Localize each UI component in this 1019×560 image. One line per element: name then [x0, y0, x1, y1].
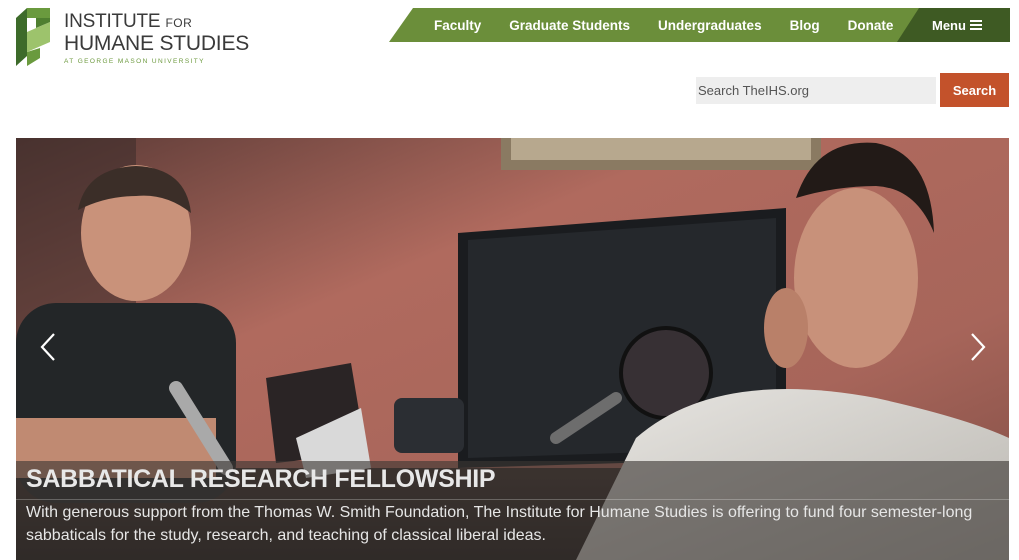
logo-line-for: FOR: [165, 16, 193, 30]
hamburger-icon: [969, 18, 982, 32]
hero-description: With generous support from the Thomas W.…: [26, 504, 973, 544]
search-input[interactable]: [696, 77, 936, 104]
nav-undergraduates[interactable]: Undergraduates: [644, 18, 776, 33]
hero-carousel: SABBATICAL RESEARCH FELLOWSHIP With gene…: [16, 138, 1009, 560]
caption-divider: [16, 499, 1009, 500]
nav-faculty[interactable]: Faculty: [420, 18, 495, 33]
logo-line-gmu: AT GEORGE MASON UNIVERSITY: [64, 58, 205, 65]
ihs-logo[interactable]: INSTITUTE FOR HUMANE STUDIES AT GEORGE M…: [16, 8, 256, 66]
ihs-logo-text: INSTITUTE FOR HUMANE STUDIES AT GEORGE M…: [64, 12, 249, 65]
nav-graduate-students[interactable]: Graduate Students: [495, 18, 644, 33]
nav-blog[interactable]: Blog: [776, 18, 834, 33]
chevron-left-icon[interactable]: [36, 330, 60, 364]
nav-donate[interactable]: Donate: [834, 18, 908, 33]
menu-label: Menu: [932, 17, 966, 33]
logo-line-humane-studies: HUMANE STUDIES: [64, 32, 250, 55]
logo-line-institute: INSTITUTE FOR: [64, 11, 193, 32]
hero-title[interactable]: SABBATICAL RESEARCH FELLOWSHIP: [26, 465, 496, 494]
ihs-logo-mark-icon: [16, 8, 50, 66]
top-nav: Faculty Graduate Students Undergraduates…: [420, 8, 907, 42]
search-button[interactable]: Search: [940, 73, 1009, 107]
chevron-right-icon[interactable]: [966, 330, 990, 364]
menu-button[interactable]: Menu: [932, 8, 1010, 42]
hero-caption: SABBATICAL RESEARCH FELLOWSHIP With gene…: [16, 461, 1009, 560]
